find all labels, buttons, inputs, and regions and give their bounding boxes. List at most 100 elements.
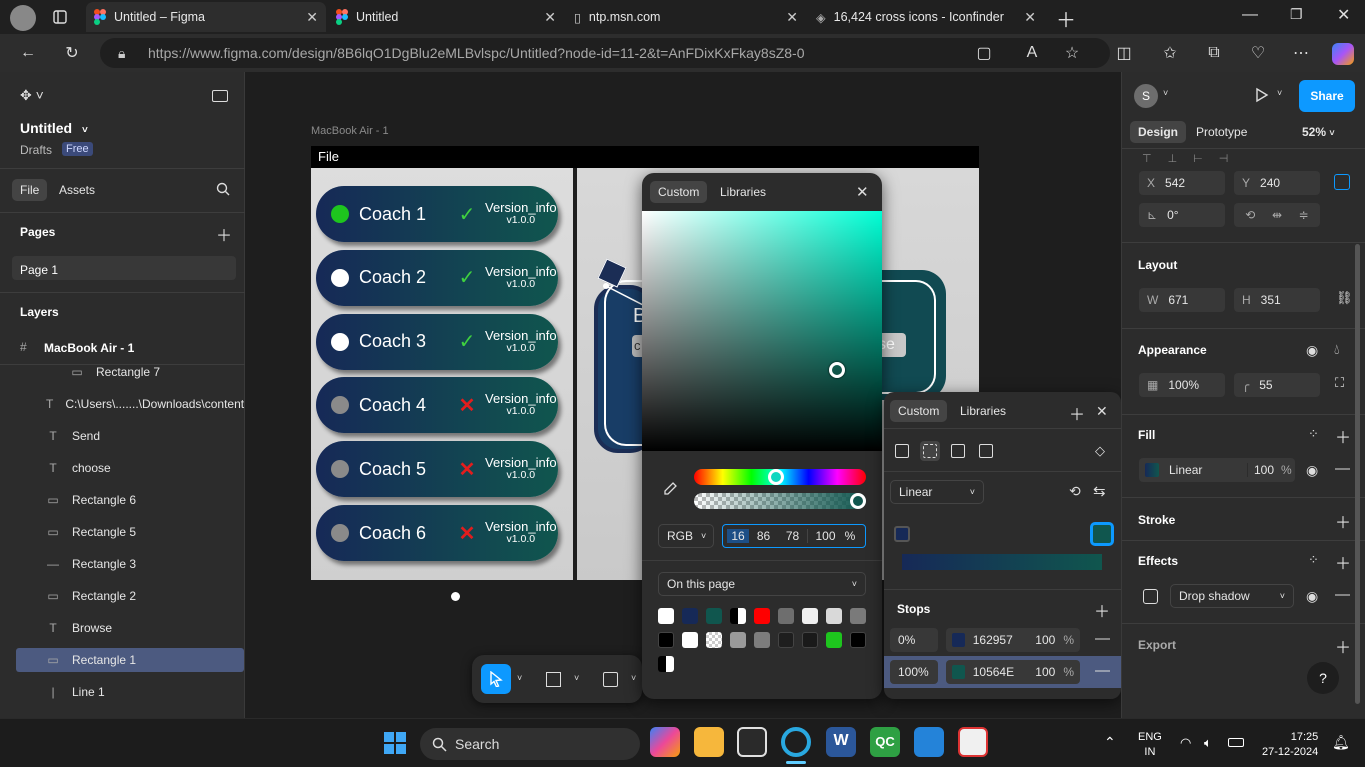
windows-start-icon[interactable]: [384, 732, 406, 754]
constrain-proportions-icon[interactable]: ⛓︎: [1336, 290, 1353, 306]
browser-tab-msn[interactable]: ▯ ntp.msn.com ✕: [566, 2, 806, 32]
browser-tab-figma[interactable]: Untitled – Figma ✕: [86, 2, 326, 32]
tab-prototype[interactable]: Prototype: [1188, 121, 1255, 143]
copilot-app-icon[interactable]: [650, 727, 680, 757]
new-tab-icon[interactable]: ＋: [1056, 4, 1076, 33]
color-swatch[interactable]: [730, 608, 746, 624]
x-field[interactable]: X 542: [1139, 171, 1225, 195]
picker-tab-custom[interactable]: Custom: [650, 181, 708, 203]
effect-toggle-checkbox[interactable]: [1143, 589, 1158, 604]
refresh-icon[interactable]: ↻: [58, 39, 86, 67]
color-swatch[interactable]: [754, 632, 770, 648]
layer-item[interactable]: ▭ Rectangle 5: [16, 520, 244, 544]
layer-item[interactable]: Tchoose: [16, 456, 244, 480]
wifi-icon[interactable]: ◠: [1180, 735, 1191, 751]
swatch-source-select[interactable]: On this page ˅: [658, 572, 866, 596]
color-swatch[interactable]: [658, 632, 674, 648]
canvas-dot[interactable]: [451, 592, 460, 601]
file-explorer-icon[interactable]: [694, 727, 724, 757]
coach-item[interactable]: Coach 1 ✓ Version_info v1.0.0: [316, 186, 558, 242]
layer-item[interactable]: | Line 1: [16, 680, 244, 704]
close-tab-icon[interactable]: ✕: [786, 9, 798, 26]
flip-controls[interactable]: ⟲ ⇹ ≑: [1234, 203, 1320, 227]
app-available-icon[interactable]: ▢: [970, 39, 998, 67]
more-icon[interactable]: ⋯: [1287, 39, 1315, 67]
move-tool-icon[interactable]: [481, 664, 511, 694]
chevron-down-icon[interactable]: ˅: [574, 673, 579, 683]
remove-stop-icon[interactable]: —: [1095, 630, 1110, 647]
profile-avatar[interactable]: [10, 5, 36, 31]
extensions-icon[interactable]: ♡: [1244, 39, 1272, 67]
color-swatch[interactable]: [802, 632, 818, 648]
chevron-down-icon[interactable]: ˅: [631, 673, 636, 683]
width-field[interactable]: W 671: [1139, 288, 1225, 312]
stop-position[interactable]: 0%: [890, 628, 938, 652]
rotate-gradient-icon[interactable]: ⟲: [1069, 483, 1081, 500]
color-swatch[interactable]: [850, 608, 866, 624]
remove-effect-icon[interactable]: —: [1335, 586, 1350, 603]
gradient-fill-icon[interactable]: [920, 441, 940, 461]
eye-icon[interactable]: ◉: [1306, 342, 1318, 359]
browser-tab-untitled[interactable]: Untitled ✕: [328, 2, 564, 32]
hue-handle[interactable]: [768, 469, 784, 485]
picker-tab-libraries[interactable]: Libraries: [712, 181, 774, 203]
r-input[interactable]: 16: [727, 529, 749, 543]
add-effect-icon[interactable]: ＋: [1335, 550, 1351, 574]
split-screen-icon[interactable]: ◫: [1110, 39, 1138, 67]
styles-grid-icon[interactable]: ⁘: [1308, 552, 1319, 568]
independent-corners-icon[interactable]: ⛶: [1335, 375, 1344, 391]
g-input[interactable]: 86: [749, 529, 778, 543]
color-swatch[interactable]: [730, 632, 746, 648]
fill-swatch[interactable]: [1145, 463, 1159, 477]
show-hidden-icons[interactable]: ⌃: [1104, 734, 1116, 751]
notification-bell-icon[interactable]: 🔔︎: [1332, 734, 1350, 751]
flip-gradient-icon[interactable]: ⇆: [1093, 482, 1106, 500]
layer-item[interactable]: T Browse: [16, 616, 244, 640]
url-bar[interactable]: 🔒︎ https://www.figma.com/design/8B6lqO1D…: [100, 38, 1110, 68]
tab-file[interactable]: File: [12, 179, 48, 201]
scrollbar[interactable]: [1355, 244, 1360, 704]
store-icon[interactable]: [737, 727, 767, 757]
color-swatch[interactable]: [658, 608, 674, 624]
height-field[interactable]: H 351: [1234, 288, 1320, 312]
alpha-input[interactable]: 100: [807, 529, 843, 543]
snipping-tool-icon[interactable]: [958, 727, 988, 757]
coach-item[interactable]: Coach 4 ✕ Version_info v1.0.0: [316, 377, 558, 434]
sidebar-toggle-icon[interactable]: [212, 90, 228, 102]
frame-tool-icon[interactable]: [546, 672, 561, 687]
browser-tab-iconfinder[interactable]: ◈ 16,424 cross icons - Iconfinder ✕: [808, 2, 1044, 32]
quickbooks-icon[interactable]: QC: [870, 727, 900, 757]
file-name[interactable]: Untitled ˅: [20, 120, 88, 136]
gradient-stop-start[interactable]: [894, 526, 910, 542]
opacity-field[interactable]: ▦ 100%: [1139, 373, 1225, 397]
chevron-down-icon[interactable]: ˅: [1277, 88, 1282, 98]
color-swatch[interactable]: [802, 608, 818, 624]
gradient-stop-end[interactable]: [1090, 522, 1114, 546]
y-field[interactable]: Y 240: [1234, 171, 1320, 195]
eye-icon[interactable]: ◉: [1306, 462, 1318, 479]
page-item[interactable]: Page 1: [12, 256, 236, 280]
photos-icon[interactable]: [914, 727, 944, 757]
color-swatch[interactable]: [754, 608, 770, 624]
solid-fill-icon[interactable]: [895, 444, 909, 458]
add-stroke-icon[interactable]: ＋: [1335, 509, 1351, 533]
add-export-icon[interactable]: ＋: [1335, 634, 1351, 658]
frame-label[interactable]: MacBook Air - 1: [311, 125, 389, 137]
opacity-handle[interactable]: [850, 493, 866, 509]
close-tab-icon[interactable]: ✕: [1024, 9, 1036, 26]
droplet-icon[interactable]: 💧︎: [1334, 341, 1340, 358]
present-icon[interactable]: [1255, 87, 1269, 103]
drafts-label[interactable]: Drafts: [20, 143, 52, 157]
add-style-icon[interactable]: ＋: [1069, 401, 1085, 425]
battery-icon[interactable]: [1228, 738, 1244, 747]
saturation-area[interactable]: [642, 211, 882, 451]
coach-item[interactable]: Coach 6 ✕ Version_info v1.0.0: [316, 505, 558, 561]
gradient-bar[interactable]: [902, 554, 1102, 570]
align-icons[interactable]: ⊤⊥⊢⊣: [1142, 152, 1244, 165]
fill-tab-libraries[interactable]: Libraries: [952, 400, 1014, 422]
opacity-slider[interactable]: [694, 493, 866, 509]
edge-icon[interactable]: [781, 727, 811, 757]
color-swatch[interactable]: [658, 656, 674, 672]
color-swatch[interactable]: [706, 608, 722, 624]
figma-menu-icon[interactable]: ✥ ˅: [20, 87, 44, 104]
